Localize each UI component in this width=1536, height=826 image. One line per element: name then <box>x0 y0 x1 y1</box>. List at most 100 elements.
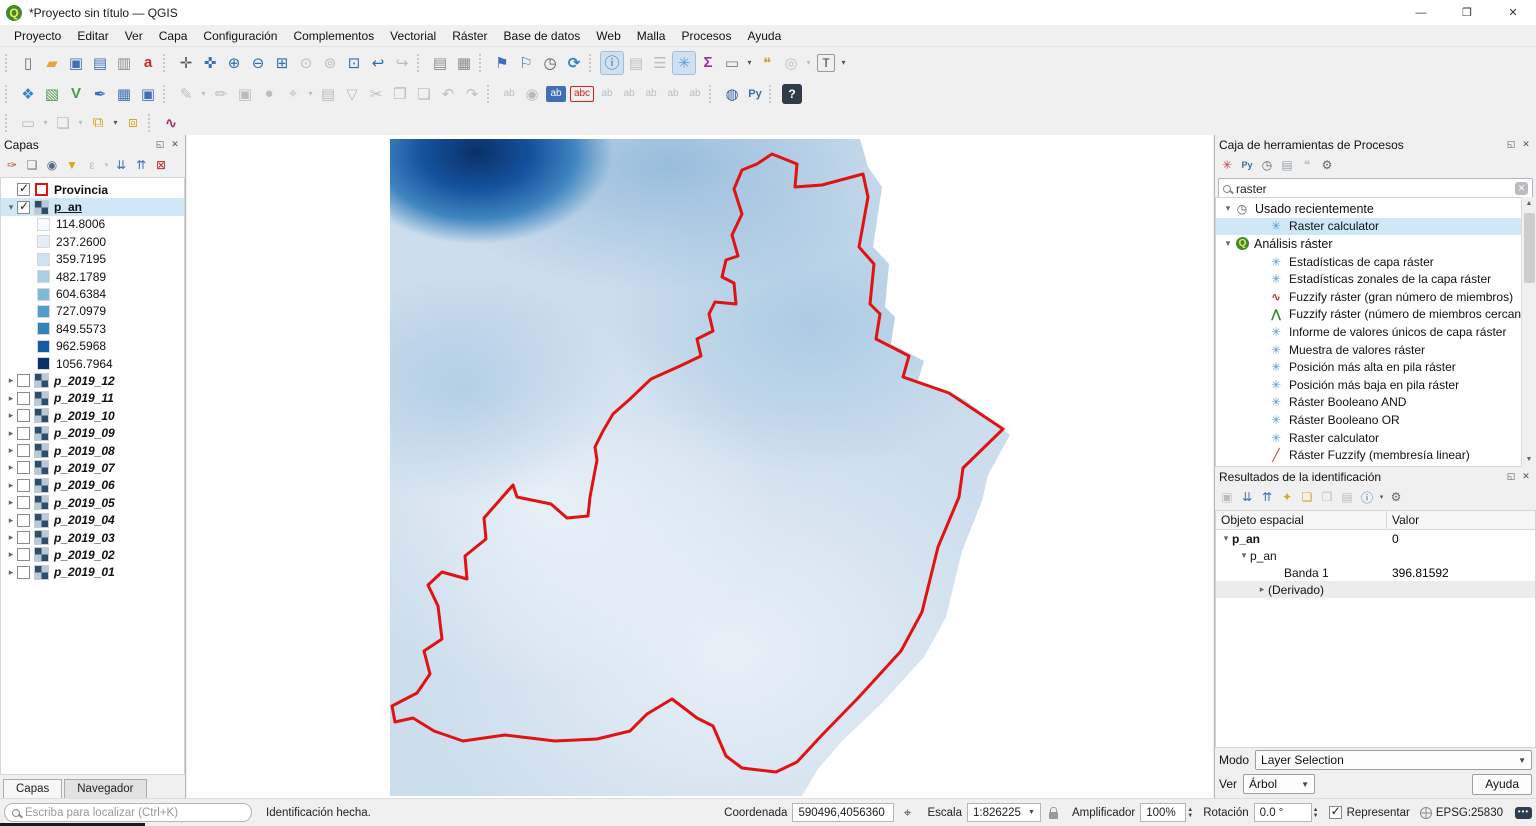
digitize-icon[interactable]: ● <box>257 82 281 106</box>
layer-checkbox[interactable] <box>17 444 30 457</box>
layer-checkbox[interactable] <box>17 374 30 387</box>
toolbox-scrollbar[interactable]: ▲ ▼ <box>1521 197 1536 467</box>
save-project-icon[interactable]: ▣ <box>64 51 88 75</box>
menu-item[interactable]: Ver <box>117 26 151 46</box>
delete-selected-icon[interactable]: ▽ <box>340 82 364 106</box>
toolbox-item-informe-valores-unicos[interactable]: ✳ Informe de valores únicos de capa rást… <box>1216 323 1535 341</box>
close-panel-icon[interactable]: ✕ <box>1520 471 1532 482</box>
new-layout-icon[interactable]: ▤ <box>428 51 452 75</box>
nominatim-icon[interactable]: ◎ <box>779 51 803 75</box>
vertex-tool-icon[interactable]: ⌖ <box>281 82 305 106</box>
legend-class-3[interactable]: 359.7195 <box>1 251 184 268</box>
locator-input[interactable] <box>25 807 244 819</box>
new-bookmark-icon[interactable]: ⚑ <box>490 51 514 75</box>
legend-class-8[interactable]: 962.5968 <box>1 338 184 355</box>
toolbox-item-raster-calculator-recent[interactable]: ✳ Raster calculator <box>1216 218 1535 236</box>
options-icon[interactable]: a <box>136 51 160 75</box>
expander-icon[interactable]: ▸ <box>5 567 17 578</box>
toolbox-item-muestra-valores[interactable]: ✳ Muestra de valores ráster <box>1216 341 1535 359</box>
identify-row-banda-1[interactable]: Banda 1 396.81592 <box>1216 564 1535 581</box>
layer-checkbox[interactable] <box>17 514 30 527</box>
toolbox-item-raster-booleano-or[interactable]: ✳ Ráster Booleano OR <box>1216 411 1535 429</box>
show-bookmarks-icon[interactable]: ⚐ <box>514 51 538 75</box>
statistical-summary-icon[interactable]: Σ <box>696 51 720 75</box>
expander-icon[interactable]: ▸ <box>5 480 17 491</box>
legend-class-1[interactable]: 114.8006 <box>1 216 184 233</box>
new-project-icon[interactable]: ▯ <box>16 51 40 75</box>
metasearch-icon[interactable]: ◍ <box>720 82 744 106</box>
spinner-icon[interactable]: ▲▼ <box>1313 807 1319 819</box>
annotation-dropdown-icon[interactable]: ▾ <box>838 51 849 75</box>
menu-item[interactable]: Capa <box>151 26 196 46</box>
menu-item[interactable]: Complementos <box>285 26 382 46</box>
open-attribute-table-icon[interactable]: ▤ <box>624 51 648 75</box>
layer-checkbox[interactable] <box>17 531 30 544</box>
label-highlight-icon[interactable]: ab <box>618 82 640 106</box>
clear-search-icon[interactable]: ✕ <box>1515 182 1528 195</box>
identify-select-icon[interactable]: ▣ <box>1217 488 1237 506</box>
paste-features-icon[interactable]: ❏ <box>412 82 436 106</box>
open-project-icon[interactable]: ▰ <box>40 51 64 75</box>
toolbox-models-icon[interactable]: ✳ <box>1217 156 1237 174</box>
map-canvas[interactable] <box>187 135 1213 798</box>
legend-class-9[interactable]: 1056.7964 <box>1 355 184 372</box>
legend-class-7[interactable]: 849.5573 <box>1 320 184 337</box>
cut-features-icon[interactable]: ✂ <box>364 82 388 106</box>
identify-features-icon[interactable]: ⓘ <box>600 51 624 75</box>
style-manager-icon[interactable]: ▤ <box>88 51 112 75</box>
toolbox-search[interactable]: ✕ <box>1218 178 1533 199</box>
elevation-profile-icon[interactable]: ∿ <box>159 111 183 135</box>
data-source-manager-icon[interactable]: ❖ <box>16 82 40 106</box>
menu-item[interactable]: Base de datos <box>496 26 589 46</box>
current-edits-icon[interactable]: ✎ <box>174 82 198 106</box>
expander-icon[interactable]: ▸ <box>5 497 17 508</box>
menu-item[interactable]: Vectorial <box>382 26 444 46</box>
copy-features-icon[interactable]: ❐ <box>388 82 412 106</box>
statistics-icon[interactable]: ☰ <box>648 51 672 75</box>
toolbox-group-recent[interactable]: ▾ ◷ Usado recientemente <box>1216 200 1535 218</box>
new-virtual-layer-icon[interactable]: ▣ <box>136 82 160 106</box>
print-response-icon[interactable]: ▤ <box>1337 488 1357 506</box>
expand-all-icon[interactable]: ⇊ <box>111 156 131 174</box>
add-group-icon[interactable]: ❏ <box>22 156 42 174</box>
float-panel-icon[interactable]: ◱ <box>1505 471 1517 482</box>
identify-settings-icon[interactable]: ⚙ <box>1386 488 1406 506</box>
expander-icon[interactable]: ▸ <box>5 428 17 439</box>
toolbox-item-raster-calculator[interactable]: ✳ Raster calculator <box>1216 429 1535 447</box>
expander-icon[interactable]: ▸ <box>5 549 17 560</box>
expander-icon[interactable]: ▸ <box>5 410 17 421</box>
filter-expression-icon[interactable]: ε <box>82 156 102 174</box>
layer-checkbox[interactable] <box>17 479 30 492</box>
expander-icon[interactable]: ▸ <box>5 445 17 456</box>
close-panel-icon[interactable]: ✕ <box>1520 139 1532 150</box>
layer-p_2019_04[interactable]: ▸ p_2019_04 <box>1 511 184 528</box>
toolbox-item-raster-booleano-and[interactable]: ✳ Ráster Booleano AND <box>1216 394 1535 412</box>
new-geopackage-icon[interactable]: ▧ <box>40 82 64 106</box>
minimize-icon[interactable]: — <box>1398 0 1444 25</box>
expander-icon[interactable]: ▸ <box>5 375 17 386</box>
expander-icon[interactable]: ▸ <box>5 462 17 473</box>
layer-provincia[interactable]: Provincia <box>1 181 184 198</box>
layer-p_an[interactable]: ▾ p_an <box>1 198 184 215</box>
toolbox-item-estadisticas-zonales[interactable]: ✳ Estadísticas zonales de la capa ráster <box>1216 270 1535 288</box>
layer-p_2019_08[interactable]: ▸ p_2019_08 <box>1 442 184 459</box>
remove-layer-icon[interactable]: ⊠ <box>151 156 171 174</box>
redo-icon[interactable]: ↷ <box>460 82 484 106</box>
project-properties-icon[interactable]: ▥ <box>112 51 136 75</box>
pan-map-icon[interactable]: ✛ <box>174 51 198 75</box>
close-panel-icon[interactable]: ✕ <box>169 139 181 150</box>
restore-icon[interactable]: ❐ <box>1444 0 1490 25</box>
layer-p_2019_01[interactable]: ▸ p_2019_01 <box>1 564 184 581</box>
multiedit-attributes-icon[interactable]: ▤ <box>316 82 340 106</box>
python-console-icon[interactable]: Py <box>744 82 766 106</box>
menu-item[interactable]: Proyecto <box>6 26 69 46</box>
layer-p_2019_05[interactable]: ▸ p_2019_05 <box>1 494 184 511</box>
identify-mode-dropdown-icon[interactable]: ▾ <box>1377 488 1386 506</box>
expander-icon[interactable]: ▾ <box>1222 203 1234 214</box>
layer-p_2019_07[interactable]: ▸ p_2019_07 <box>1 459 184 476</box>
layer-checkbox[interactable] <box>17 427 30 440</box>
toolbox-group-raster-analysis[interactable]: ▾ Q Análisis ráster <box>1216 235 1535 253</box>
vertex-tool-dropdown-icon[interactable]: ▾ <box>305 82 316 106</box>
menu-item[interactable]: Ráster <box>444 26 495 46</box>
zoom-native-icon[interactable]: ⊡ <box>342 51 366 75</box>
